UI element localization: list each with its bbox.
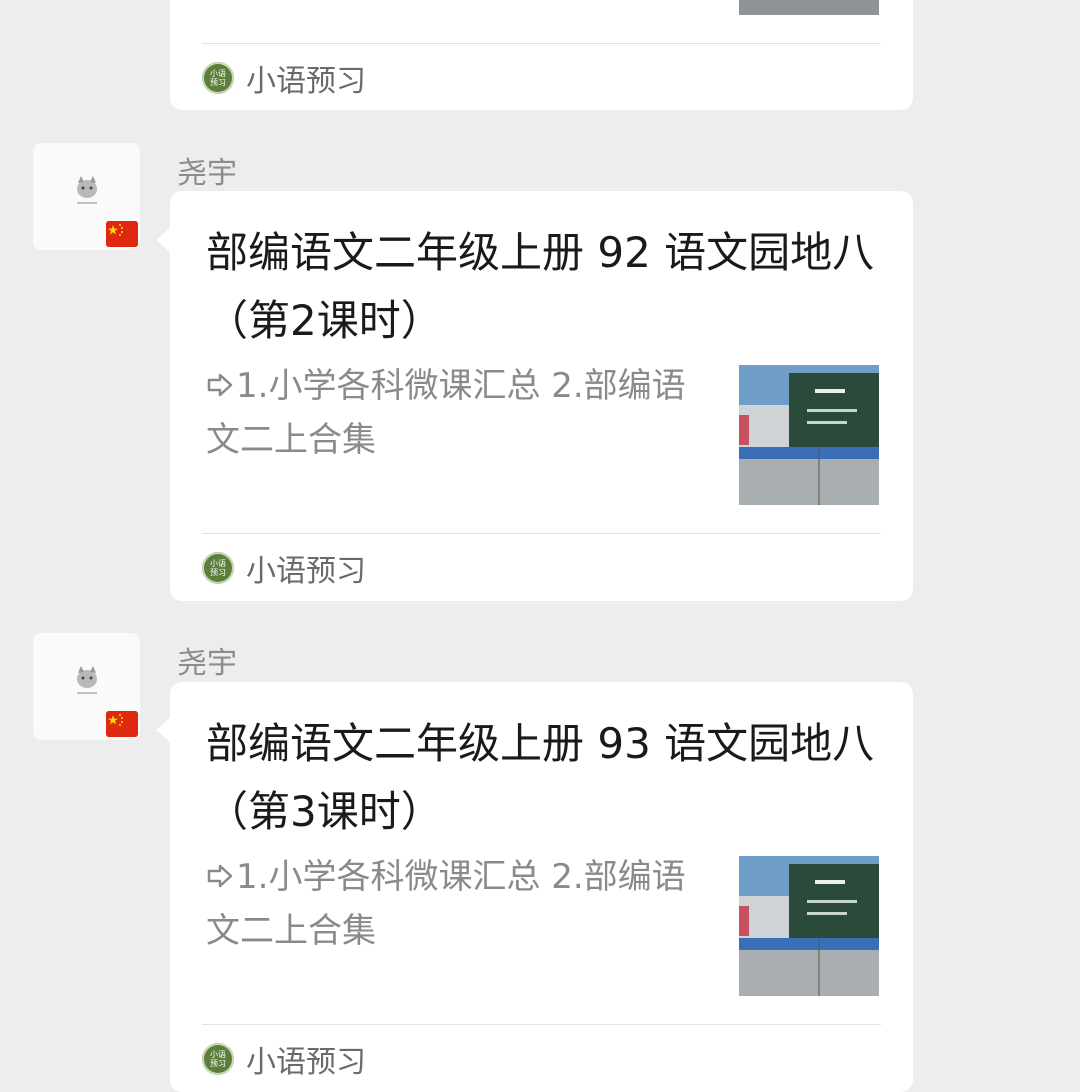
article-thumbnail	[739, 856, 879, 996]
article-thumbnail	[739, 0, 879, 15]
bubble-tail	[156, 718, 170, 742]
source-logo-text: 小语预习	[210, 1050, 226, 1068]
source-name: 小语预习	[246, 1045, 366, 1080]
sender-name: 尧宇	[177, 156, 237, 191]
article-title: 部编语文二年级上册 92 语文园地八（第2课时）	[206, 228, 875, 345]
article-card-partial[interactable]: 小语预习 小语预习	[170, 0, 913, 110]
china-flag-icon	[106, 711, 138, 737]
card-divider	[202, 1024, 881, 1025]
article-source[interactable]: 小语预习 小语预习	[202, 548, 366, 589]
bubble-tail	[156, 228, 170, 252]
sender-name: 尧宇	[177, 646, 237, 681]
source-name: 小语预习	[246, 554, 366, 589]
source-logo-text: 小语预习	[210, 559, 226, 577]
arrow-right-icon	[207, 373, 233, 397]
source-logo-icon: 小语预习	[202, 552, 234, 584]
source-logo-text: 小语预习	[210, 69, 226, 87]
article-description-text: 1.小学各科微课汇总 2.部编语文二上合集	[206, 857, 686, 951]
arrow-right-icon	[207, 864, 233, 888]
article-source[interactable]: 小语预习 小语预习	[202, 58, 366, 99]
article-title: 部编语文二年级上册 93 语文园地八（第3课时）	[206, 719, 875, 836]
china-flag-icon	[106, 221, 138, 247]
article-source[interactable]: 小语预习 小语预习	[202, 1039, 366, 1080]
article-thumbnail	[739, 365, 879, 505]
cat-avatar-icon	[77, 666, 97, 694]
article-description: 1.小学各科微课汇总 2.部编语文二上合集	[206, 850, 706, 958]
article-description-text: 1.小学各科微课汇总 2.部编语文二上合集	[206, 366, 686, 460]
article-description: 1.小学各科微课汇总 2.部编语文二上合集	[206, 359, 706, 467]
article-card[interactable]: 部编语文二年级上册 92 语文园地八（第2课时） 1.小学各科微课汇总 2.部编…	[170, 191, 913, 601]
card-divider	[202, 533, 881, 534]
source-logo-icon: 小语预习	[202, 62, 234, 94]
source-name: 小语预习	[246, 64, 366, 99]
article-card[interactable]: 部编语文二年级上册 93 语文园地八（第3课时） 1.小学各科微课汇总 2.部编…	[170, 682, 913, 1092]
cat-avatar-icon	[77, 176, 97, 204]
card-divider	[202, 43, 881, 44]
source-logo-icon: 小语预习	[202, 1043, 234, 1075]
